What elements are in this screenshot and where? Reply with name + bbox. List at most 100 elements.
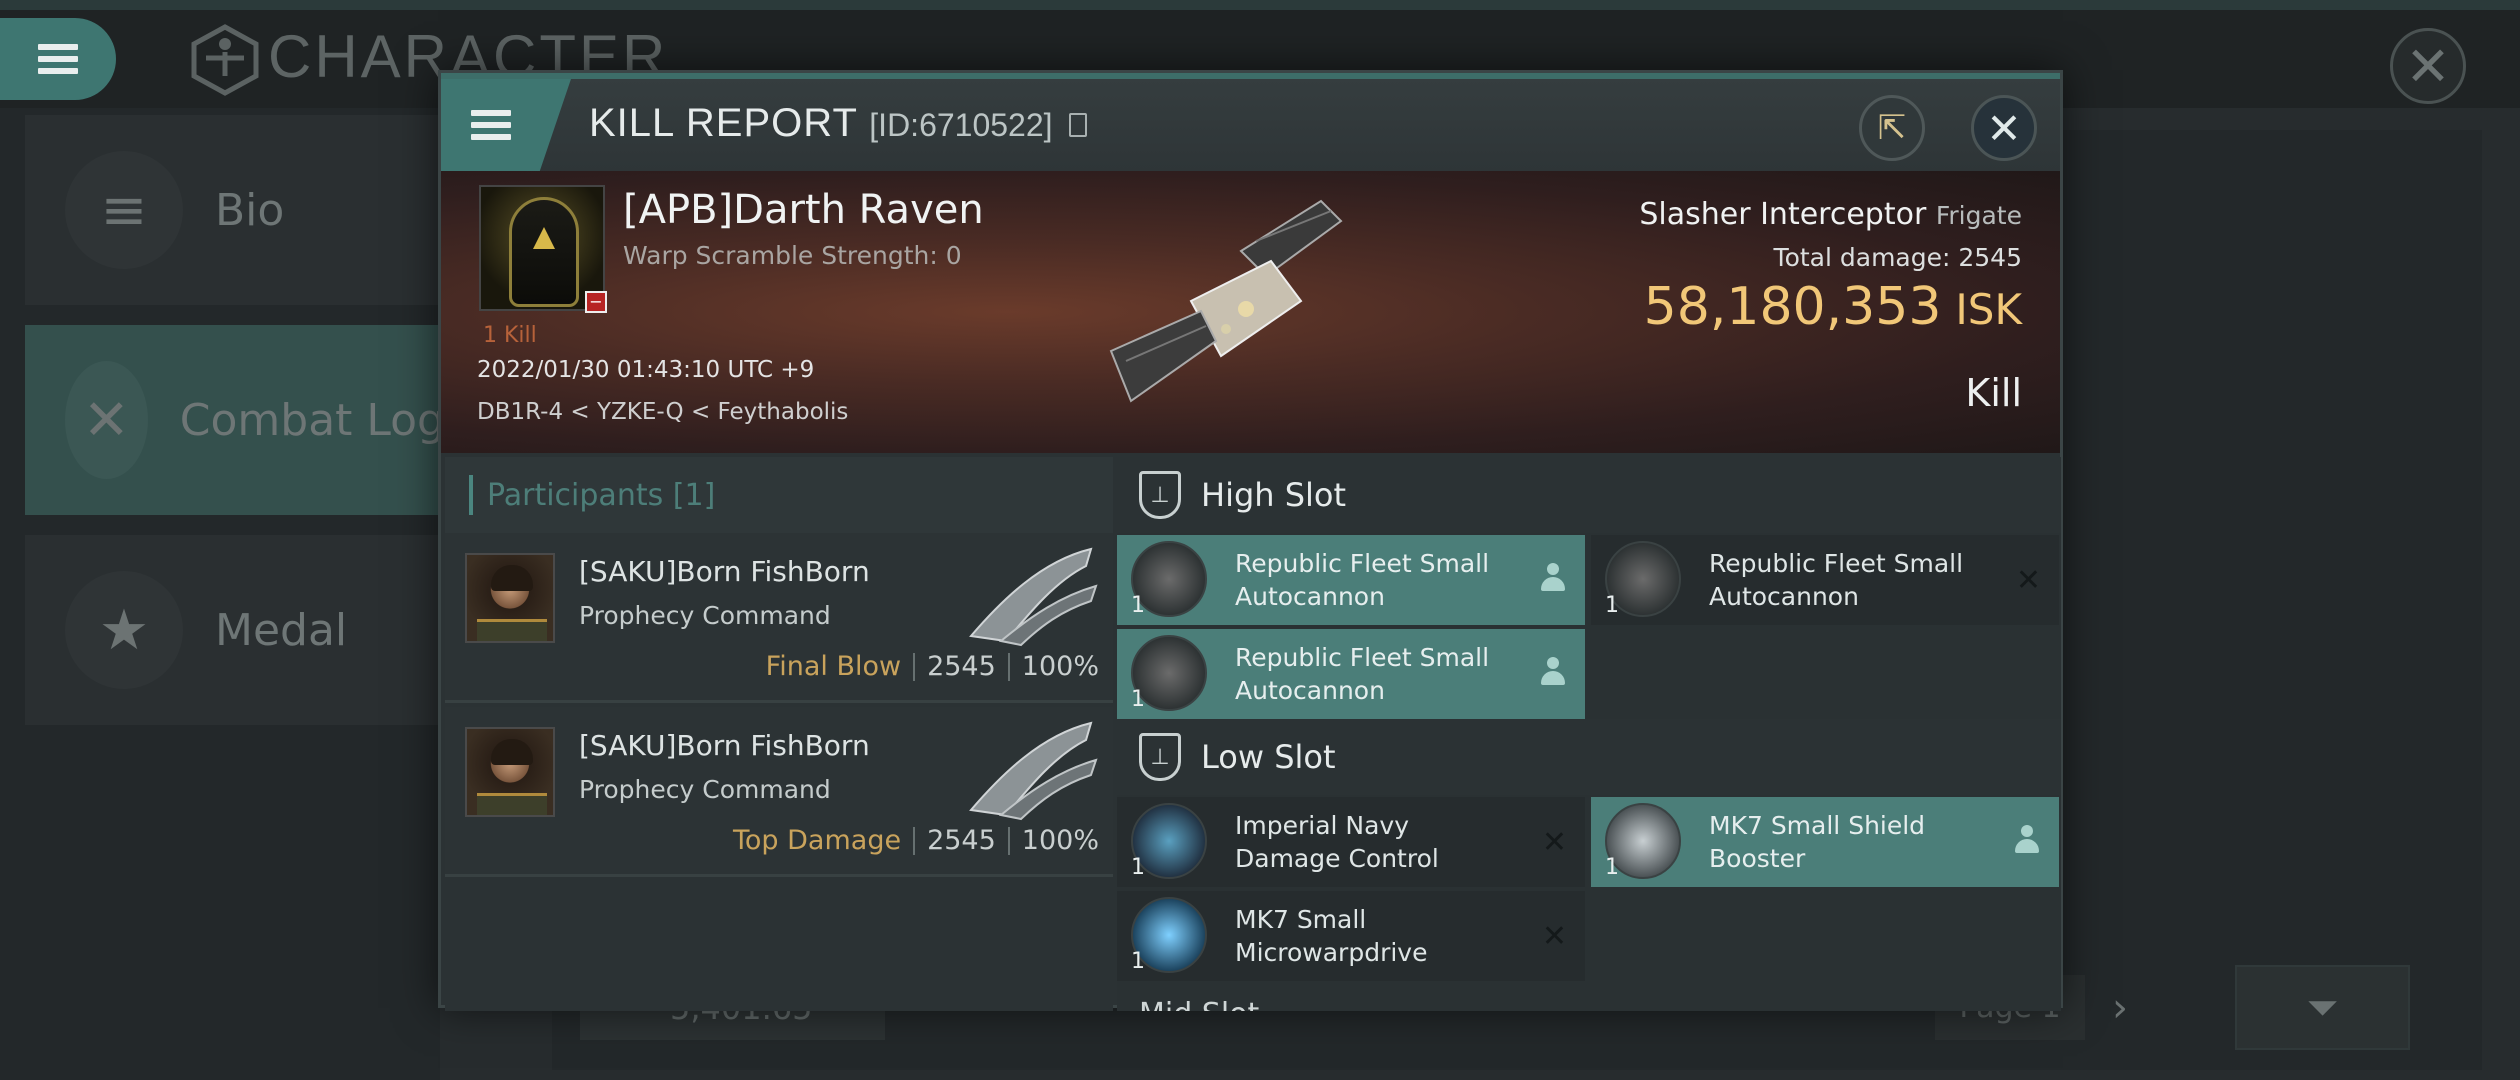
module-item[interactable]: 1 MK7 Small Microwarpdrive ✕ [1117, 891, 1585, 981]
victim-ship-image [1109, 199, 1343, 403]
module-quantity: 1 [1605, 593, 1619, 618]
result-label: Kill [1965, 371, 2022, 415]
next-page-button[interactable]: › [2090, 978, 2150, 1038]
ship-name: Slasher Interceptor [1639, 197, 1927, 232]
participant-stats: Top Damage 2545 100% [733, 825, 1099, 856]
module-name: MK7 Small Shield Booster [1709, 811, 1926, 873]
filter-button[interactable]: ⏷ [2235, 965, 2410, 1050]
participant-ship-image [969, 721, 1098, 821]
top-damage-tag: Top Damage [733, 825, 902, 856]
participant-row[interactable]: [SAKU]Born FishBorn Prophecy Command Fin… [445, 533, 1113, 703]
participant-percent: 100% [1021, 651, 1099, 682]
chevron-right-icon: › [2112, 985, 2128, 1031]
main-menu-button[interactable] [0, 18, 116, 100]
pilot-icon [1539, 657, 1567, 687]
destroyed-x-icon: ✕ [2015, 563, 2041, 598]
destroyed-x-icon: ✕ [1541, 825, 1567, 860]
page-close-button[interactable]: ✕ [2390, 28, 2466, 104]
dialog-title-text: KILL REPORT [589, 101, 858, 145]
ship-class: Frigate [1935, 201, 2022, 230]
hamburger-icon [38, 44, 78, 74]
final-blow-tag: Final Blow [765, 651, 902, 682]
participants-count: [1] [672, 477, 716, 513]
sidebar-item-label: Combat Log [179, 394, 445, 446]
hostile-badge-icon: − [585, 291, 607, 313]
victim-ship-type: Slasher Interceptor Frigate [1639, 197, 2022, 232]
module-item[interactable]: 1 Republic Fleet Small Autocannon [1117, 535, 1585, 625]
low-slot-icon: ⊥ [1139, 733, 1181, 781]
close-button[interactable]: ✕ [1971, 95, 2037, 161]
module-name: Republic Fleet Small Autocannon [1235, 549, 1490, 611]
module-quantity: 1 [1605, 855, 1619, 880]
warp-scramble-strength: Warp Scramble Strength: 0 [623, 241, 962, 270]
close-icon: ✕ [2405, 34, 2451, 98]
module-item[interactable]: 1 MK7 Small Shield Booster [1591, 797, 2059, 887]
total-damage-label: Total damage: [1773, 243, 1951, 272]
participant-avatar [465, 553, 555, 643]
close-icon: ✕ [1986, 103, 2022, 153]
victim-name[interactable]: [APB]Darth Raven [623, 187, 984, 233]
participant-damage: 2545 [927, 651, 996, 682]
participant-row[interactable]: [SAKU]Born FishBorn Prophecy Command Top… [445, 707, 1113, 877]
module-name: MK7 Small Microwarpdrive [1235, 905, 1428, 967]
module-quantity: 1 [1131, 855, 1145, 880]
character-logo-icon [191, 24, 259, 96]
victim-banner: − [APB]Darth Raven Warp Scramble Strengt… [441, 171, 2060, 453]
isk-amount: 58,180,353 [1643, 277, 1942, 337]
total-damage: Total damage: 2545 [1774, 243, 2022, 272]
filter-icon: ⏷ [2306, 984, 2339, 1031]
sidebar-item-bio[interactable]: ≡ Bio [25, 115, 445, 305]
high-slot-header: ⊥ High Slot [1117, 457, 2061, 533]
star-badge-icon: ★ [65, 571, 183, 689]
isk-value: 58,180,353 ISK [1644, 277, 2022, 337]
module-quantity: 1 [1131, 687, 1145, 712]
participant-ship-image [969, 547, 1098, 647]
mid-slot-header-partial: Mid Slot [1139, 997, 1259, 1011]
copy-icon[interactable] [1068, 113, 1087, 138]
participants-header: Participants [1] [445, 457, 1113, 533]
participant-percent: 100% [1021, 825, 1099, 856]
module-quantity: 1 [1131, 949, 1145, 974]
participant-name: [SAKU]Born FishBorn [579, 555, 870, 588]
kill-report-dialog: KILL REPORT [ID:6710522] ⇱ ✕ − [APB]Dart… [438, 70, 2063, 1011]
kill-datetime: 2022/01/30 01:43:10 UTC +9 [477, 357, 815, 383]
list-icon: ≡ [65, 151, 183, 269]
low-slot-header: ⊥ Low Slot [1117, 719, 2061, 795]
sidebar-item-label: Bio [215, 184, 285, 236]
module-item[interactable]: 1 Republic Fleet Small Autocannon ✕ [1591, 535, 2059, 625]
participant-avatar [465, 727, 555, 817]
fitting-panel: ⊥ High Slot 1 Republic Fleet Small Autoca… [1117, 457, 2061, 1011]
dialog-title: KILL REPORT [ID:6710522] [589, 101, 1087, 146]
pilot-icon [1539, 563, 1567, 593]
high-slot-icon: ⊥ [1139, 471, 1181, 519]
sidebar-item-label: Medal [215, 604, 348, 656]
module-name: Imperial Navy Damage Control [1235, 811, 1439, 873]
sidebar-item-combat-log[interactable]: ✕ Combat Log [25, 325, 445, 515]
low-slot-label: Low Slot [1201, 738, 1336, 776]
module-item[interactable]: 1 Imperial Navy Damage Control ✕ [1117, 797, 1585, 887]
destroyed-x-icon: ✕ [1541, 919, 1567, 954]
crossed-swords-icon: ✕ [65, 361, 148, 479]
participant-name: [SAKU]Born FishBorn [579, 729, 870, 762]
isk-unit: ISK [1955, 285, 2022, 334]
module-item[interactable]: 1 Republic Fleet Small Autocannon [1117, 629, 1585, 719]
hamburger-icon [471, 110, 511, 140]
module-name: Republic Fleet Small Autocannon [1235, 643, 1490, 705]
kill-count: 1 Kill [483, 323, 537, 348]
share-button[interactable]: ⇱ [1859, 95, 1925, 161]
high-slot-label: High Slot [1201, 476, 1347, 514]
pilot-icon [2013, 825, 2041, 855]
participants-label: Participants [487, 477, 664, 513]
total-damage-value: 2545 [1958, 243, 2022, 272]
sidebar-item-medal[interactable]: ★ Medal [25, 535, 445, 725]
external-link-icon: ⇱ [1877, 108, 1907, 148]
participant-ship: Prophecy Command [579, 601, 831, 630]
module-quantity: 1 [1131, 593, 1145, 618]
participant-damage: 2545 [927, 825, 996, 856]
report-id: [ID:6710522] [869, 107, 1053, 143]
participant-stats: Final Blow 2545 100% [766, 651, 1099, 682]
module-name: Republic Fleet Small Autocannon [1709, 549, 1964, 611]
dialog-menu-button[interactable] [441, 79, 571, 171]
top-bar [0, 0, 2520, 10]
kill-location[interactable]: DB1R-4 < YZKE-Q < Feythabolis [477, 399, 848, 425]
